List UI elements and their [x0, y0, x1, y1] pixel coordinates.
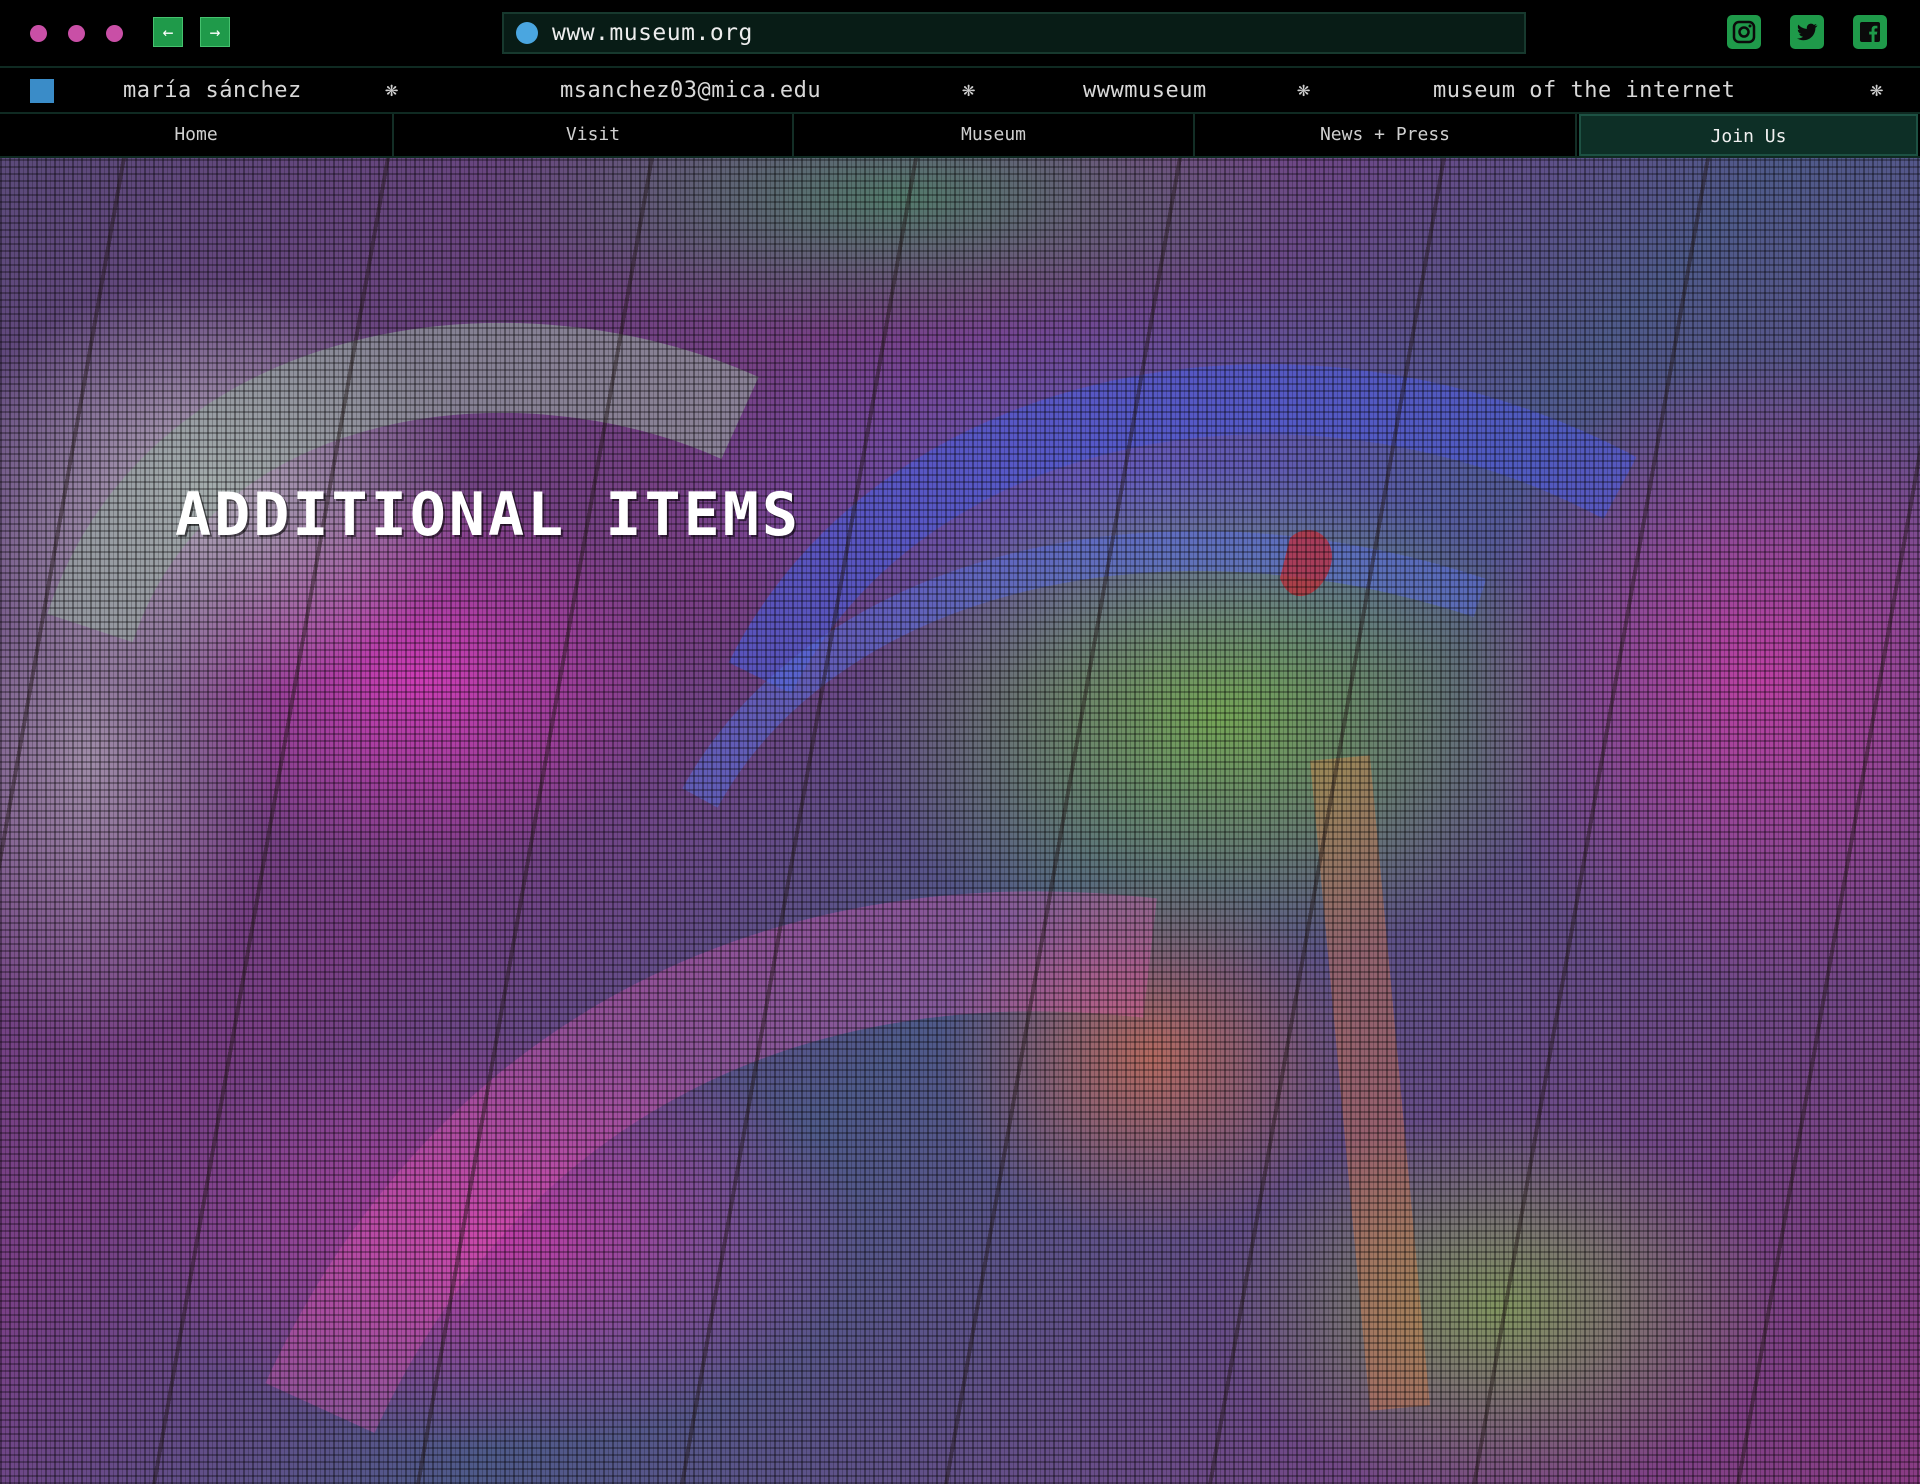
nav-item-join-us[interactable]: Join Us	[1579, 114, 1918, 156]
nav-item-home[interactable]: Home	[0, 114, 394, 156]
author-email[interactable]: msanchez03@mica.edu	[560, 78, 821, 103]
separator-star-icon: ❋	[385, 77, 399, 102]
back-button[interactable]: ←	[153, 17, 183, 47]
facebook-button[interactable]	[1853, 15, 1887, 49]
twitter-button[interactable]	[1790, 15, 1824, 49]
browser-bar: ← → www.museum.org	[0, 0, 1920, 68]
forward-button[interactable]: →	[200, 17, 230, 47]
hero-image: ADDITIONAL ITEMS	[0, 158, 1920, 1484]
page-title: ADDITIONAL ITEMS	[175, 480, 801, 551]
url-text[interactable]: www.museum.org	[552, 20, 753, 46]
window-minimize-dot[interactable]	[68, 25, 85, 42]
facebook-icon	[1860, 22, 1880, 42]
globe-icon	[516, 22, 538, 44]
separator-star-icon: ❋	[962, 77, 976, 102]
handle-text: wwwmuseum	[1083, 78, 1207, 103]
nav-item-museum[interactable]: Museum	[794, 114, 1195, 156]
separator-star-icon: ❋	[1870, 77, 1884, 102]
instagram-icon	[1732, 20, 1756, 44]
nav-item-news-press[interactable]: News + Press	[1195, 114, 1577, 156]
info-strip: maría sánchez ❋ msanchez03@mica.edu ❋ ww…	[0, 68, 1920, 114]
separator-star-icon: ❋	[1297, 77, 1311, 102]
instagram-button[interactable]	[1727, 15, 1761, 49]
author-name: maría sánchez	[123, 78, 302, 103]
info-square-icon	[30, 79, 54, 103]
arrow-left-icon: ←	[162, 22, 174, 43]
window-maximize-dot[interactable]	[106, 25, 123, 42]
tagline-text: museum of the internet	[1433, 78, 1736, 103]
twitter-icon	[1797, 23, 1818, 41]
arrow-right-icon: →	[209, 22, 221, 43]
nav-item-visit[interactable]: Visit	[394, 114, 794, 156]
url-bar[interactable]: www.museum.org	[502, 12, 1526, 54]
streak-overlay	[0, 158, 1920, 1484]
window-close-dot[interactable]	[30, 25, 47, 42]
main-nav: Home Visit Museum News + Press Join Us	[0, 114, 1920, 158]
